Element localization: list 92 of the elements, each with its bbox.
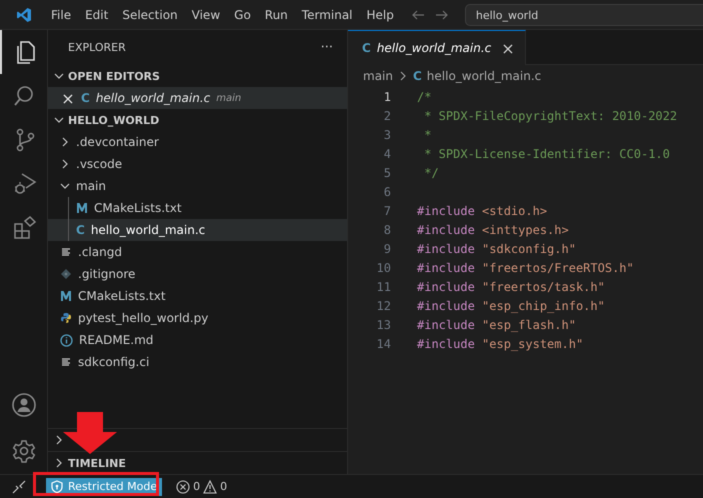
- code-line: * SPDX-License-Identifier: CC0-1.0: [423, 146, 670, 160]
- open-editor-item[interactable]: × C hello_world_main.c main: [48, 87, 347, 109]
- section-header[interactable]: OPEN EDITORS: [48, 65, 347, 87]
- menu-item[interactable]: Go: [227, 8, 258, 22]
- menu-item[interactable]: Help: [360, 8, 401, 22]
- line-number: 9: [382, 242, 392, 256]
- code-line: #include "esp_chip_info.h": [417, 298, 605, 312]
- tree-item[interactable]: main: [48, 175, 347, 197]
- code-line: #include <stdio.h>: [417, 204, 548, 218]
- menu-item[interactable]: View: [184, 8, 228, 22]
- line-number: 1: [382, 90, 392, 104]
- code-line: #include "freertos/task.h": [417, 280, 605, 294]
- tab-label: hello_world_main.c: [376, 41, 492, 55]
- lines-icon: [60, 356, 72, 368]
- line-number: 11: [376, 280, 392, 294]
- error-count: 0: [193, 480, 200, 493]
- c-file-icon: C: [81, 91, 90, 105]
- line-number: 5: [382, 166, 392, 180]
- line-number: 8: [382, 222, 392, 236]
- tree-item[interactable]: pytest_hello_world.py: [48, 307, 347, 329]
- warning-count: 0: [220, 480, 228, 493]
- chevron-down-icon: [54, 115, 64, 125]
- code-line: #include "esp_flash.h": [417, 318, 576, 332]
- logo-icon: [16, 6, 32, 22]
- tree-item[interactable]: CMakeLists.txt: [48, 197, 347, 219]
- breadcrumb-item[interactable]: main: [363, 69, 393, 83]
- tree-item[interactable]: .devcontainer: [48, 131, 347, 153]
- c-file-icon: C: [412, 69, 422, 83]
- chevron-right-icon: [60, 137, 70, 147]
- python-icon: [60, 312, 72, 324]
- account-icon: [10, 392, 36, 418]
- code-line: /*: [417, 90, 432, 104]
- line-number: 3: [382, 128, 392, 142]
- code-line: */: [423, 166, 439, 180]
- close-icon[interactable]: ×: [61, 88, 75, 108]
- section-header[interactable]: HELLO_WORLD: [48, 109, 347, 131]
- line-number: 12: [376, 298, 392, 312]
- menu-item[interactable]: File: [44, 8, 78, 22]
- menu-item[interactable]: Selection: [115, 8, 185, 22]
- forward-arrow-icon: [434, 8, 449, 22]
- tree-item[interactable]: .clangd: [48, 241, 347, 263]
- code-line: #include "freertos/FreeRTOS.h": [417, 260, 634, 274]
- code-line: #include <inttypes.h>: [417, 222, 569, 236]
- code-line: #include "sdkconfig.h": [417, 242, 576, 256]
- settings-icon: [10, 438, 36, 464]
- c-file-icon: C: [362, 41, 371, 55]
- tree-item[interactable]: sdkconfig.ci: [48, 351, 347, 373]
- line-number: 2: [382, 108, 392, 122]
- line-number: 14: [376, 336, 392, 350]
- line-number: 4: [382, 146, 392, 160]
- chevron-right-icon: [60, 159, 70, 169]
- m-file-icon: [60, 290, 72, 302]
- warning-icon: [203, 480, 218, 494]
- tree-item[interactable]: C hello_world_main.c: [48, 219, 347, 241]
- editor-tab[interactable]: C hello_world_main.c ×: [348, 30, 526, 65]
- tree-item[interactable]: README.md: [48, 329, 347, 351]
- m-file-icon: [76, 202, 88, 214]
- line-number: 6: [382, 184, 392, 198]
- file-description: main: [216, 92, 242, 104]
- breadcrumb-item[interactable]: hello_world_main.c: [426, 69, 542, 83]
- chevron-right-icon: [54, 458, 64, 468]
- close-icon[interactable]: ×: [501, 38, 515, 58]
- sidebar-title: EXPLORER: [68, 41, 126, 54]
- tree-item[interactable]: .gitignore: [48, 263, 347, 285]
- shield-icon: [51, 480, 63, 493]
- menu-item[interactable]: Run: [258, 8, 295, 22]
- menu-item[interactable]: Edit: [78, 8, 116, 22]
- error-icon: [176, 480, 190, 494]
- tree-item[interactable]: CMakeLists.txt: [48, 285, 347, 307]
- line-number: 13: [376, 318, 392, 332]
- more-actions-button[interactable]: ···: [320, 40, 333, 55]
- menu-item[interactable]: Terminal: [294, 8, 360, 22]
- code-line: *: [423, 128, 432, 142]
- file-name: hello_world_main.c: [96, 91, 210, 105]
- code-line: * SPDX-FileCopyrightText: 2010-2022: [423, 108, 678, 122]
- chevron-right-icon: [398, 71, 408, 81]
- diamond-icon: [60, 268, 72, 280]
- problems-button[interactable]: 0 0: [176, 480, 228, 494]
- info-icon: [60, 334, 73, 346]
- tree-item[interactable]: .vscode: [48, 153, 347, 175]
- line-number: 7: [382, 204, 392, 218]
- chevron-down-icon: [60, 181, 70, 191]
- line-number: 10: [376, 260, 392, 274]
- remote-icon: [12, 480, 26, 494]
- code-line: #include "esp_system.h": [417, 336, 584, 350]
- lines-icon: [60, 246, 72, 258]
- c-file-icon: C: [76, 223, 85, 237]
- search-field[interactable]: hello_world: [464, 4, 703, 26]
- chevron-down-icon: [54, 71, 64, 81]
- arrow-annotation: [63, 412, 117, 454]
- back-arrow-icon: [410, 8, 425, 22]
- chevron-right-icon: [54, 435, 64, 445]
